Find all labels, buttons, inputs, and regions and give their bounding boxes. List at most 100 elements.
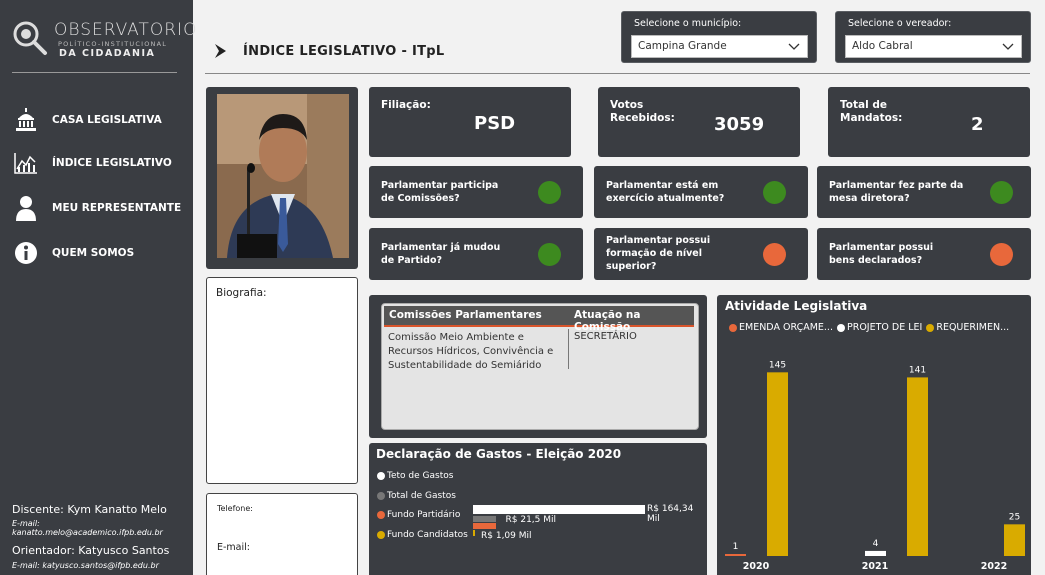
commission-name-line: Recursos Hídricos, Convivência e [388,346,554,357]
biography-panel: Biografia: [206,277,358,484]
question-card: Parlamentar está em exercício atualmente? [594,166,808,218]
votos-label-2: Recebidos: [610,112,675,124]
column-header: Atuação na Comissão [574,309,641,333]
question-text: bens declarados? [829,255,923,266]
nav-label: ÍNDICE LEGISLATIVO [52,157,172,169]
activity-bar [725,554,746,556]
municipio-select[interactable]: Campina Grande [631,35,808,58]
legend-dot [377,472,385,480]
votos-label-1: Votos [610,99,644,111]
data-label: 145 [769,360,786,370]
chevron-down-icon [1002,43,1014,50]
phone-label: Telefone: [217,504,253,513]
chevron-right-icon [215,44,226,58]
municipio-select-value: Campina Grande [638,40,727,52]
line-chart-icon [12,150,40,176]
nav-label: CASA LEGISLATIVA [52,114,162,126]
legend-item: Teto de Gastos [377,471,453,481]
filiacao-value: PSD [474,113,516,134]
data-label: 1 [733,542,739,552]
legend-label: Fundo Partidário [387,510,461,520]
commissions-table-header: Comissões Parlamentares Atuação na Comis… [384,306,694,333]
question-card: Parlamentar já mudou de Partido? [369,228,583,280]
vereador-select-value: Aldo Cabral [852,40,913,52]
chevron-down-icon [788,43,800,50]
question-text: formação de nível [606,248,702,259]
question-text: Parlamentar possui [829,242,934,253]
info-icon [12,240,40,266]
student-email: E-mail: kanatto.melo@academico.ifpb.edu.… [12,519,163,537]
councilor-photo [217,94,349,258]
nav-label: MEU REPRESENTANTE [52,202,182,214]
data-label: R$ 1,09 Mil [481,531,532,541]
question-text: Parlamentar possui [606,235,711,246]
x-tick-label: 2021 [862,561,888,572]
legend-item: Fundo Candidatos [377,530,468,540]
legend-dot [377,492,385,500]
column-divider [568,329,569,369]
expense-bar [473,505,645,514]
activity-chart: 1 145 2020 4 141 2021 25 2022 [725,360,1025,572]
biography-label: Biografia: [216,287,267,299]
legend-dot [377,531,385,539]
question-text: Parlamentar fez parte da [829,180,964,191]
filiacao-card: Filiação: PSD [369,87,571,157]
activity-bar [767,372,788,556]
nav-quem-somos[interactable]: QUEM SOMOS [12,238,187,268]
data-label: 25 [1009,512,1020,522]
photo-card [206,87,358,269]
filiacao-label: Filiação: [381,99,431,111]
data-label: R$ 21,5 Mil [505,515,557,525]
nav-label: QUEM SOMOS [52,247,135,259]
x-tick-label: 2022 [981,561,1007,572]
mandatos-label-2: Mandatos: [840,112,903,124]
question-text: mesa diretora? [829,193,910,204]
contact-panel: Telefone: E-mail: [206,493,358,575]
question-text: superior? [606,261,657,272]
column-header: Comissões Parlamentares [389,309,542,321]
table-cell: SECRETÁRIO [574,331,637,342]
data-label: 4 [873,539,879,549]
question-card: Parlamentar possui bens declarados? [817,228,1031,280]
question-text: Parlamentar está em [606,180,719,191]
question-text: de Comissões? [381,193,460,204]
status-indicator-yes [990,181,1013,204]
expense-bar [473,523,496,529]
logo-brand: DA CIDADANIA [59,48,156,59]
vereador-filter-label: Selecione o vereador: [848,18,952,29]
nav-indice-legislativo[interactable]: ÍNDICE LEGISLATIVO [12,148,187,178]
activity-bar [1004,524,1025,556]
votos-value: 3059 [714,114,765,135]
mandatos-value: 2 [971,114,984,135]
sidebar-divider [12,72,177,73]
x-tick-label: 2020 [743,561,770,572]
legend-label: Fundo Candidatos [387,530,468,540]
capitol-icon [12,107,40,133]
logo: OBSERVATORIO POLÍTICO-INSTITUCIONAL DA C… [12,14,196,60]
email-label: E-mail: [217,542,250,553]
student-credit: Discente: Kym Kanatto Melo [12,503,167,516]
commissions-table: Comissões Parlamentares Atuação na Comis… [381,303,699,430]
question-card: Parlamentar fez parte da mesa diretora? [817,166,1031,218]
activity-bar [907,377,928,556]
commission-name-line: Comissão Meio Ambiente e [388,332,524,343]
question-card: Parlamentar possui formação de nível super… [594,228,808,280]
vereador-filter: Selecione o vereador: Aldo Cabral [835,11,1031,63]
question-card: Parlamentar participa de Comissões? [369,166,583,218]
commissions-card: Comissões Parlamentares Atuação na Comis… [369,295,707,438]
question-text: Parlamentar participa [381,180,499,191]
nav-meu-representante[interactable]: MEU REPRESENTANTE [12,193,187,223]
legend-item: Total de Gastos [377,491,456,501]
advisor-credit: Orientador: Katyusco Santos [12,544,170,557]
header-divider [205,73,1030,74]
nav-casa-legislativa[interactable]: CASA LEGISLATIVA [12,105,187,135]
vereador-select[interactable]: Aldo Cabral [845,35,1022,58]
question-text: exercício atualmente? [606,193,725,204]
status-indicator-no [990,243,1013,266]
sidebar: OBSERVATORIO POLÍTICO-INSTITUCIONAL DA C… [0,0,196,575]
municipio-filter-label: Selecione o município: [634,18,742,29]
logo-subtitle: POLÍTICO-INSTITUCIONAL [58,40,168,48]
legend-label: Teto de Gastos [387,471,454,481]
legend-item: Fundo Partidário [377,510,460,520]
votos-card: Votos Recebidos: 3059 [598,87,800,157]
